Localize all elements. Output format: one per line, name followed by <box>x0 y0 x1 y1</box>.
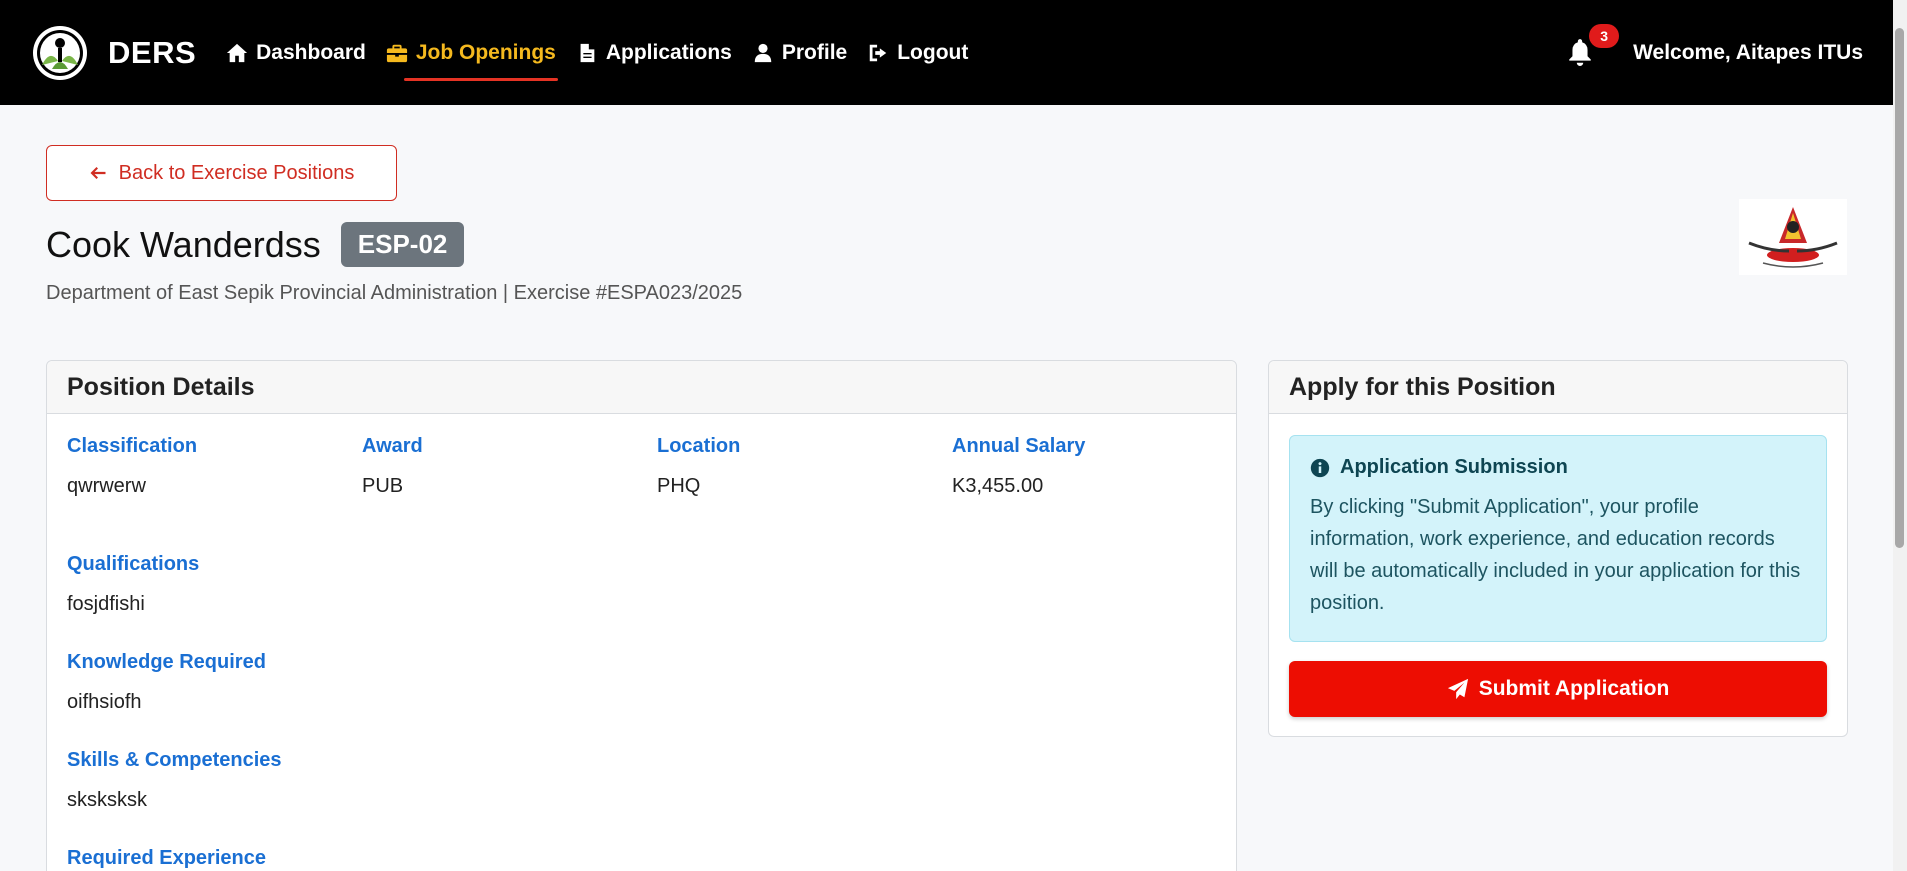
award-label: Award <box>362 435 423 457</box>
position-code-badge: ESP-02 <box>340 222 465 267</box>
classification-label: Classification <box>67 435 198 457</box>
classification-value: qwrwerw <box>67 475 146 497</box>
back-button-label: Back to Exercise Positions <box>118 161 355 184</box>
required-experience-label: Required Experience <box>67 847 266 869</box>
main-nav: Dashboard Job Openings Applications Prof… <box>226 0 988 105</box>
info-title: Application Submission <box>1310 456 1806 479</box>
annual-salary-label: Annual Salary <box>952 435 1086 457</box>
nav-applications-label: Applications <box>605 40 732 64</box>
scrollbar-thumb[interactable] <box>1895 28 1904 548</box>
location-value: PHQ <box>657 475 701 497</box>
brand-name: DERS <box>108 34 197 70</box>
position-details-card: Position Details Classification qwrwerw … <box>46 360 1237 871</box>
nav-profile[interactable]: Profile <box>752 0 847 105</box>
page-subtitle: Department of East Sepik Provincial Admi… <box>46 282 743 304</box>
arrow-left-icon <box>90 167 106 179</box>
nav-job-openings-label: Job Openings <box>415 40 556 64</box>
scrollbar[interactable] <box>1893 0 1907 871</box>
qualifications-label: Qualifications <box>67 553 200 575</box>
nav-right: 3 Welcome, Aitapes ITUs <box>1567 23 1863 68</box>
award-value: PUB <box>362 475 404 497</box>
nav-applications[interactable]: Applications <box>576 0 732 105</box>
position-details-header: Position Details <box>47 361 1236 414</box>
notifications-button[interactable]: 3 <box>1567 23 1620 68</box>
apply-card: Apply for this Position Application Subm… <box>1268 360 1848 737</box>
knowledge-required-label: Knowledge Required <box>67 651 266 673</box>
submit-button-label: Submit Application <box>1478 677 1670 700</box>
apply-header: Apply for this Position <box>1269 361 1847 414</box>
location-label: Location <box>657 435 741 457</box>
info-text: By clicking "Submit Application", your p… <box>1310 496 1801 614</box>
top-navbar: DERS Dashboard Job Openings Applications… <box>0 0 1893 105</box>
organization-logo <box>1739 199 1847 275</box>
qualifications-value: fosjdfishi <box>67 593 145 615</box>
nav-profile-label: Profile <box>781 40 848 64</box>
application-info-alert: Application Submission By clicking "Subm… <box>1289 435 1827 642</box>
notification-count-badge: 3 <box>1589 23 1620 48</box>
nav-dashboard[interactable]: Dashboard <box>226 0 366 105</box>
submit-application-button[interactable]: Submit Application <box>1289 661 1827 717</box>
skills-competencies-label: Skills & Competencies <box>67 749 282 771</box>
briefcase-icon <box>386 44 407 62</box>
bell-icon <box>1569 38 1591 66</box>
home-icon <box>227 43 248 62</box>
paper-plane-icon <box>1447 678 1468 700</box>
brand[interactable]: DERS <box>32 25 196 81</box>
logout-icon <box>869 44 887 61</box>
annual-salary-value: K3,455.00 <box>952 475 1044 497</box>
knowledge-required-value: oifhsiofh <box>67 691 142 713</box>
user-icon <box>754 43 772 62</box>
info-title-text: Application Submission <box>1340 456 1568 478</box>
title-row: Cook Wanderdss ESP-02 <box>46 222 465 267</box>
nav-logout-label: Logout <box>897 40 969 64</box>
welcome-text: Welcome, Aitapes ITUs <box>1633 40 1863 64</box>
nav-logout[interactable]: Logout <box>867 0 968 105</box>
nav-dashboard-label: Dashboard <box>256 40 366 64</box>
skills-competencies-value: sksksksk <box>67 789 147 811</box>
nav-job-openings[interactable]: Job Openings <box>386 0 558 105</box>
brand-logo-icon <box>33 25 87 80</box>
document-icon <box>580 43 595 62</box>
back-to-positions-button[interactable]: Back to Exercise Positions <box>46 145 397 201</box>
page-title: Cook Wanderdss <box>46 223 321 265</box>
info-circle-icon <box>1310 458 1330 477</box>
